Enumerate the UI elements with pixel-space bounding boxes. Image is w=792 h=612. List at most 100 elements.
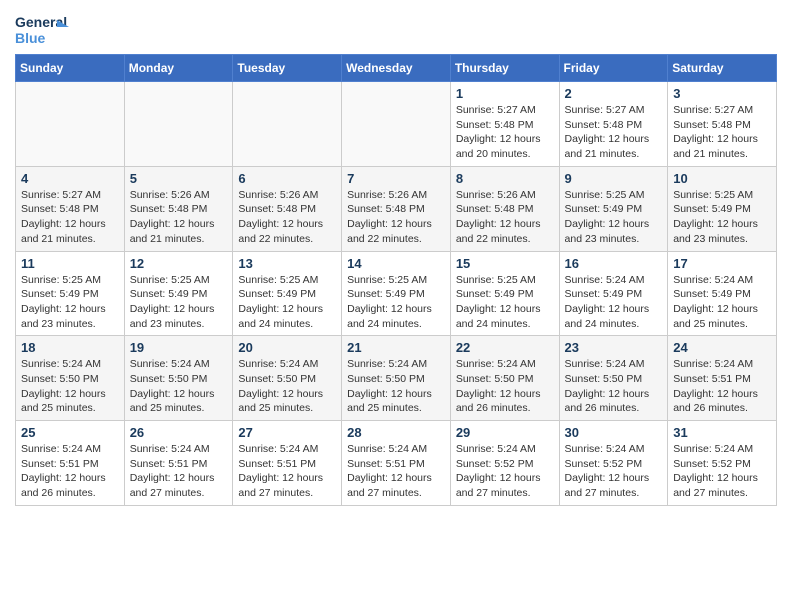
calendar-cell: 11 Sunrise: 5:25 AM Sunset: 5:49 PM Dayli… — [16, 251, 125, 336]
calendar-cell: 4Sunrise: 5:27 AM Sunset: 5:48 PM Daylig… — [16, 166, 125, 251]
cell-sun-info: Sunrise: 5:27 AM Sunset: 5:48 PM Dayligh… — [456, 103, 554, 162]
cell-sun-info: Sunrise: 5:25 AM Sunset: 5:49 PM Dayligh… — [565, 188, 663, 247]
cell-date-number: 24 — [673, 340, 771, 355]
cell-sun-info: Sunrise: 5:26 AM Sunset: 5:48 PM Dayligh… — [456, 188, 554, 247]
calendar-week-2: 4Sunrise: 5:27 AM Sunset: 5:48 PM Daylig… — [16, 166, 777, 251]
calendar-cell — [16, 82, 125, 167]
cell-date-number: 14 — [347, 256, 445, 271]
cell-sun-info: Sunrise: 5:24 AM Sunset: 5:52 PM Dayligh… — [673, 442, 771, 501]
cell-date-number: 20 — [238, 340, 336, 355]
calendar-cell: 25 Sunrise: 5:24 AM Sunset: 5:51 PM Dayli… — [16, 421, 125, 506]
cell-sun-info: Sunrise: 5:24 AM Sunset: 5:51 PM Dayligh… — [21, 442, 119, 501]
cell-sun-info: Sunrise: 5:24 AM Sunset: 5:50 PM Dayligh… — [347, 357, 445, 416]
cell-sun-info: Sunrise: 5:24 AM Sunset: 5:50 PM Dayligh… — [130, 357, 228, 416]
calendar-cell: 6Sunrise: 5:26 AM Sunset: 5:48 PM Daylig… — [233, 166, 342, 251]
calendar-cell: 19 Sunrise: 5:24 AM Sunset: 5:50 PM Dayli… — [124, 336, 233, 421]
cell-sun-info: Sunrise: 5:25 AM Sunset: 5:49 PM Dayligh… — [21, 273, 119, 332]
calendar-cell — [342, 82, 451, 167]
calendar-cell: 28 Sunrise: 5:24 AM Sunset: 5:51 PM Dayli… — [342, 421, 451, 506]
cell-sun-info: Sunrise: 5:24 AM Sunset: 5:50 PM Dayligh… — [456, 357, 554, 416]
cell-sun-info: Sunrise: 5:24 AM Sunset: 5:50 PM Dayligh… — [21, 357, 119, 416]
cell-sun-info: Sunrise: 5:24 AM Sunset: 5:52 PM Dayligh… — [565, 442, 663, 501]
calendar-cell: 30Sunrise: 5:24 AM Sunset: 5:52 PM Dayli… — [559, 421, 668, 506]
calendar-cell: 31 Sunrise: 5:24 AM Sunset: 5:52 PM Dayli… — [668, 421, 777, 506]
calendar-cell: 18 Sunrise: 5:24 AM Sunset: 5:50 PM Dayli… — [16, 336, 125, 421]
calendar-cell: 5Sunrise: 5:26 AM Sunset: 5:48 PM Daylig… — [124, 166, 233, 251]
calendar-cell: 22 Sunrise: 5:24 AM Sunset: 5:50 PM Dayli… — [450, 336, 559, 421]
cell-date-number: 18 — [21, 340, 119, 355]
calendar-cell: 2 Sunrise: 5:27 AM Sunset: 5:48 PM Daylig… — [559, 82, 668, 167]
logo-svg: GeneralBlue — [15, 10, 75, 48]
header-day-friday: Friday — [559, 55, 668, 82]
cell-sun-info: Sunrise: 5:24 AM Sunset: 5:50 PM Dayligh… — [238, 357, 336, 416]
calendar-cell: 9 Sunrise: 5:25 AM Sunset: 5:49 PM Daylig… — [559, 166, 668, 251]
calendar-cell: 13 Sunrise: 5:25 AM Sunset: 5:49 PM Dayli… — [233, 251, 342, 336]
cell-sun-info: Sunrise: 5:25 AM Sunset: 5:49 PM Dayligh… — [456, 273, 554, 332]
calendar-cell: 14 Sunrise: 5:25 AM Sunset: 5:49 PM Dayli… — [342, 251, 451, 336]
cell-date-number: 15 — [456, 256, 554, 271]
cell-sun-info: Sunrise: 5:24 AM Sunset: 5:51 PM Dayligh… — [130, 442, 228, 501]
cell-sun-info: Sunrise: 5:24 AM Sunset: 5:49 PM Dayligh… — [565, 273, 663, 332]
cell-date-number: 10 — [673, 171, 771, 186]
cell-date-number: 1 — [456, 86, 554, 101]
cell-date-number: 7 — [347, 171, 445, 186]
calendar-cell: 24Sunrise: 5:24 AM Sunset: 5:51 PM Dayli… — [668, 336, 777, 421]
cell-date-number: 31 — [673, 425, 771, 440]
calendar-cell — [124, 82, 233, 167]
cell-date-number: 25 — [21, 425, 119, 440]
header-day-wednesday: Wednesday — [342, 55, 451, 82]
cell-sun-info: Sunrise: 5:27 AM Sunset: 5:48 PM Dayligh… — [565, 103, 663, 162]
calendar-cell: 16 Sunrise: 5:24 AM Sunset: 5:49 PM Dayli… — [559, 251, 668, 336]
cell-date-number: 29 — [456, 425, 554, 440]
calendar-cell: 10 Sunrise: 5:25 AM Sunset: 5:49 PM Dayli… — [668, 166, 777, 251]
cell-sun-info: Sunrise: 5:24 AM Sunset: 5:52 PM Dayligh… — [456, 442, 554, 501]
cell-date-number: 13 — [238, 256, 336, 271]
calendar-cell: 29 Sunrise: 5:24 AM Sunset: 5:52 PM Dayli… — [450, 421, 559, 506]
header-day-saturday: Saturday — [668, 55, 777, 82]
header-day-thursday: Thursday — [450, 55, 559, 82]
cell-date-number: 11 — [21, 256, 119, 271]
cell-sun-info: Sunrise: 5:27 AM Sunset: 5:48 PM Dayligh… — [673, 103, 771, 162]
cell-date-number: 17 — [673, 256, 771, 271]
calendar-week-5: 25 Sunrise: 5:24 AM Sunset: 5:51 PM Dayli… — [16, 421, 777, 506]
calendar-cell: 23Sunrise: 5:24 AM Sunset: 5:50 PM Dayli… — [559, 336, 668, 421]
calendar-cell: 8 Sunrise: 5:26 AM Sunset: 5:48 PM Daylig… — [450, 166, 559, 251]
cell-date-number: 19 — [130, 340, 228, 355]
header-day-monday: Monday — [124, 55, 233, 82]
cell-sun-info: Sunrise: 5:25 AM Sunset: 5:49 PM Dayligh… — [238, 273, 336, 332]
calendar-cell: 15 Sunrise: 5:25 AM Sunset: 5:49 PM Dayli… — [450, 251, 559, 336]
cell-date-number: 28 — [347, 425, 445, 440]
calendar-cell: 1 Sunrise: 5:27 AM Sunset: 5:48 PM Daylig… — [450, 82, 559, 167]
logo: GeneralBlue — [15, 10, 75, 48]
cell-sun-info: Sunrise: 5:25 AM Sunset: 5:49 PM Dayligh… — [673, 188, 771, 247]
cell-sun-info: Sunrise: 5:24 AM Sunset: 5:51 PM Dayligh… — [347, 442, 445, 501]
cell-sun-info: Sunrise: 5:24 AM Sunset: 5:49 PM Dayligh… — [673, 273, 771, 332]
cell-sun-info: Sunrise: 5:24 AM Sunset: 5:51 PM Dayligh… — [238, 442, 336, 501]
calendar-table: SundayMondayTuesdayWednesdayThursdayFrid… — [15, 54, 777, 506]
cell-date-number: 9 — [565, 171, 663, 186]
cell-date-number: 12 — [130, 256, 228, 271]
cell-date-number: 8 — [456, 171, 554, 186]
cell-date-number: 6 — [238, 171, 336, 186]
cell-date-number: 27 — [238, 425, 336, 440]
calendar-cell: 7 Sunrise: 5:26 AM Sunset: 5:48 PM Daylig… — [342, 166, 451, 251]
calendar-week-1: 1 Sunrise: 5:27 AM Sunset: 5:48 PM Daylig… — [16, 82, 777, 167]
calendar-cell: 3Sunrise: 5:27 AM Sunset: 5:48 PM Daylig… — [668, 82, 777, 167]
page-header: GeneralBlue — [15, 10, 777, 48]
cell-sun-info: Sunrise: 5:26 AM Sunset: 5:48 PM Dayligh… — [130, 188, 228, 247]
calendar-cell: 21 Sunrise: 5:24 AM Sunset: 5:50 PM Dayli… — [342, 336, 451, 421]
cell-sun-info: Sunrise: 5:25 AM Sunset: 5:49 PM Dayligh… — [347, 273, 445, 332]
header-row: SundayMondayTuesdayWednesdayThursdayFrid… — [16, 55, 777, 82]
calendar-cell: 20 Sunrise: 5:24 AM Sunset: 5:50 PM Dayli… — [233, 336, 342, 421]
cell-sun-info: Sunrise: 5:27 AM Sunset: 5:48 PM Dayligh… — [21, 188, 119, 247]
cell-date-number: 21 — [347, 340, 445, 355]
svg-text:Blue: Blue — [15, 30, 46, 46]
calendar-cell — [233, 82, 342, 167]
cell-date-number: 16 — [565, 256, 663, 271]
cell-date-number: 22 — [456, 340, 554, 355]
header-day-tuesday: Tuesday — [233, 55, 342, 82]
calendar-cell: 27 Sunrise: 5:24 AM Sunset: 5:51 PM Dayli… — [233, 421, 342, 506]
cell-date-number: 2 — [565, 86, 663, 101]
cell-sun-info: Sunrise: 5:24 AM Sunset: 5:50 PM Dayligh… — [565, 357, 663, 416]
cell-sun-info: Sunrise: 5:26 AM Sunset: 5:48 PM Dayligh… — [347, 188, 445, 247]
